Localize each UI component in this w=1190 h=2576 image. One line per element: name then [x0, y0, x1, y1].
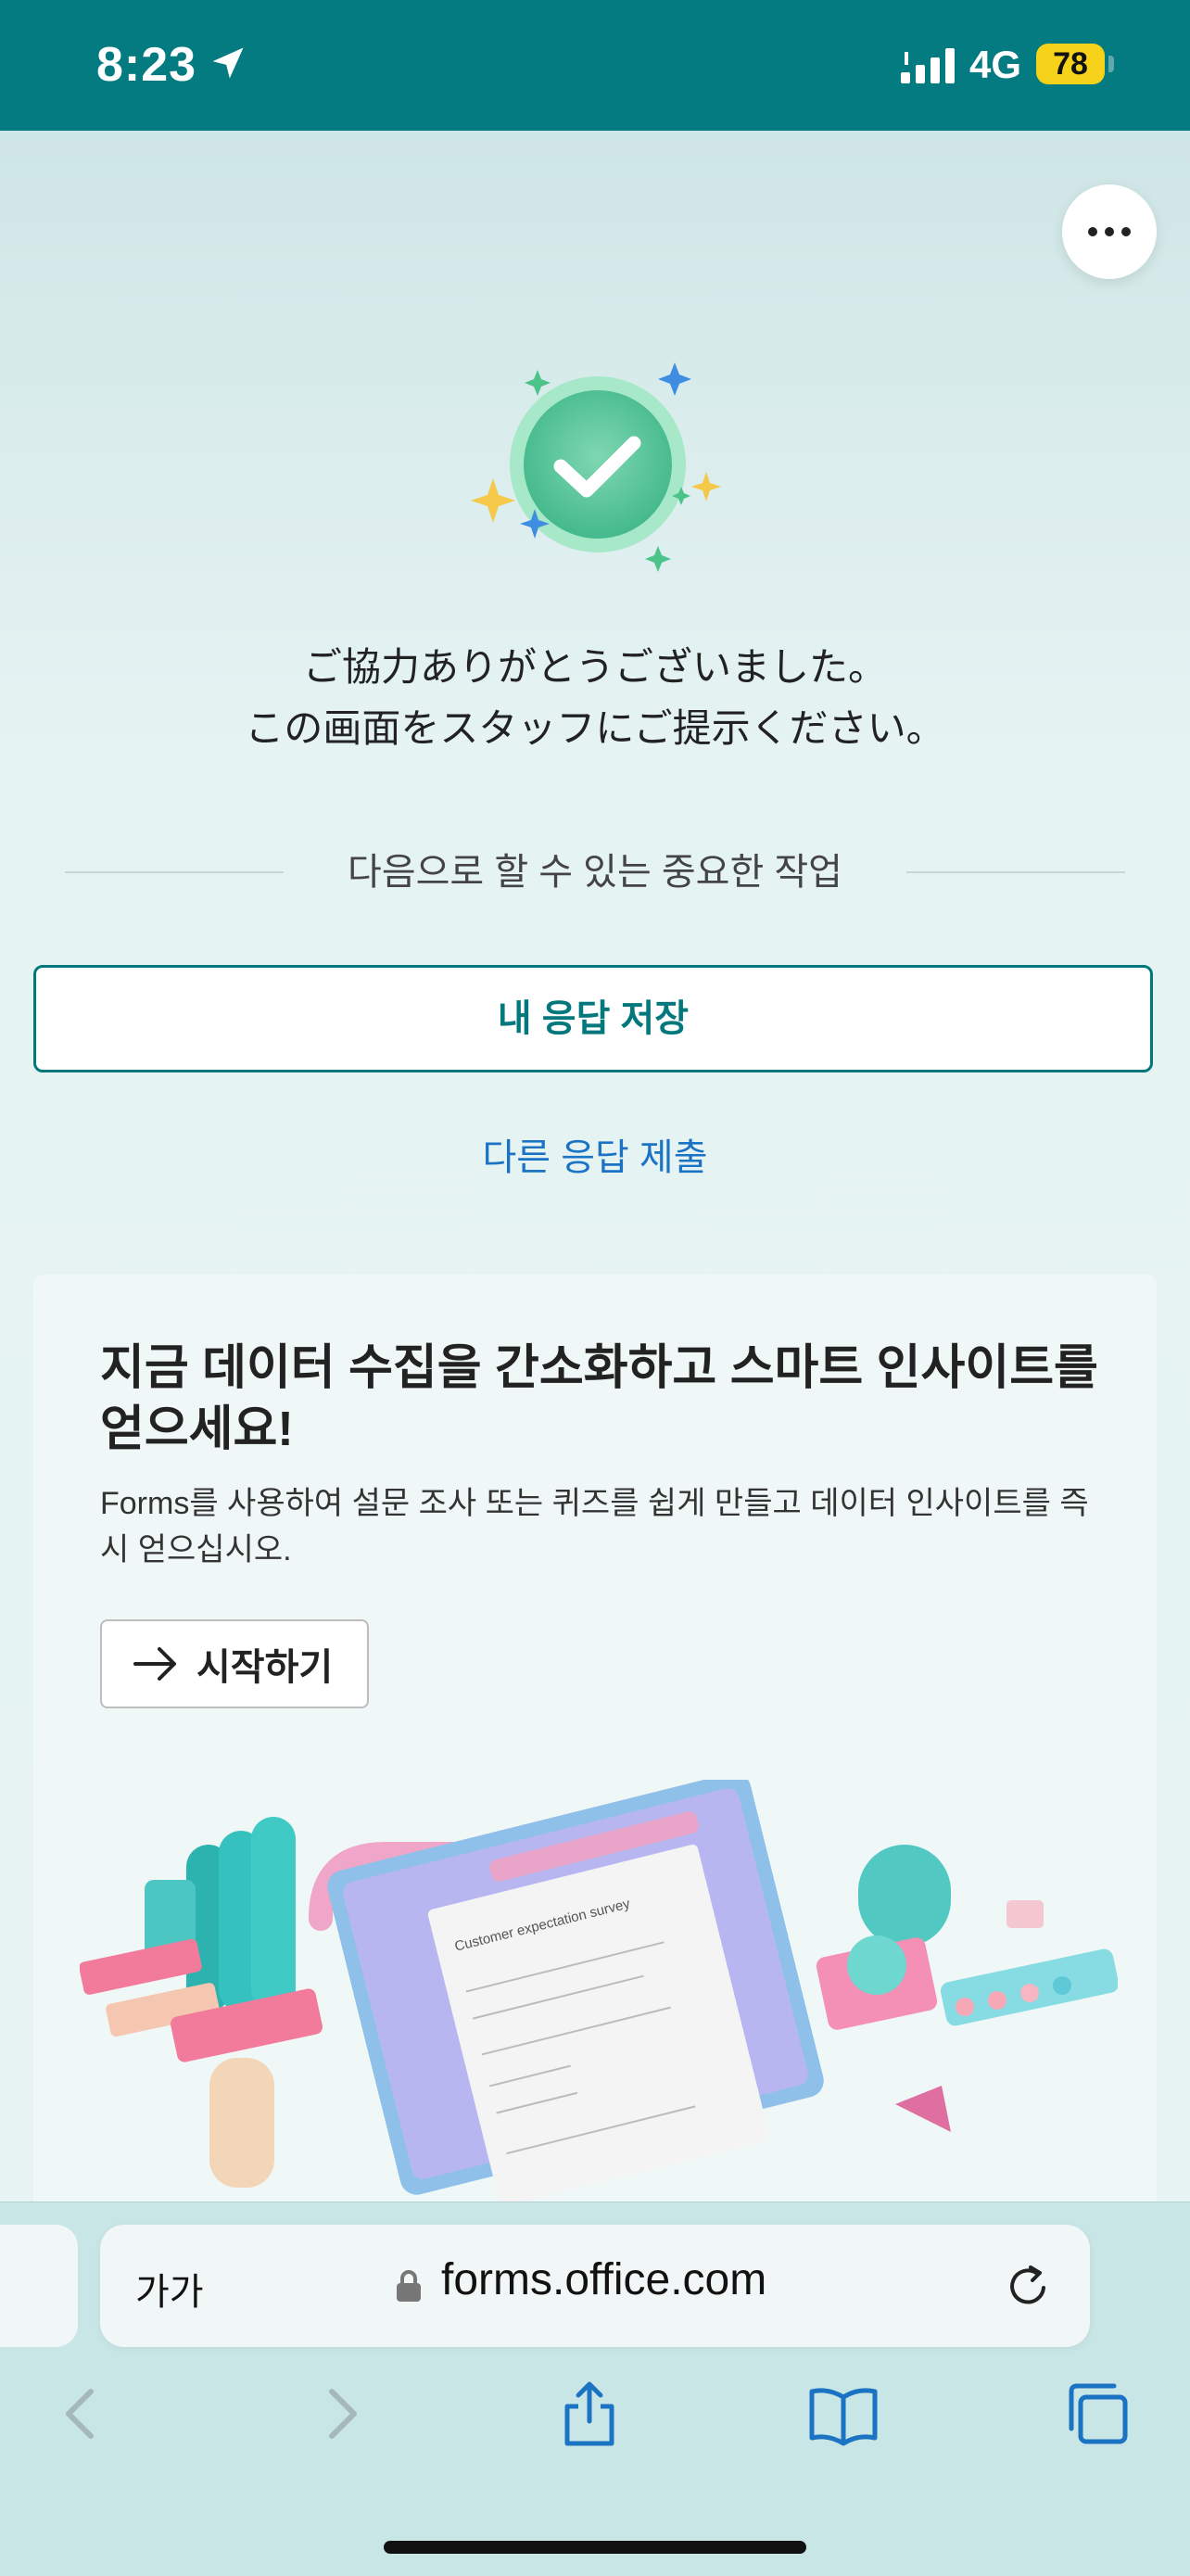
share-icon[interactable]	[552, 2377, 627, 2451]
battery-level: 78	[1036, 44, 1105, 84]
browser-toolbar: 가가 forms.office.com	[0, 2202, 1190, 2576]
more-icon-dot	[1121, 227, 1131, 236]
promo-title: 지금 데이터 수집을 간소화하고 스마트 인사이트를 얻으세요!	[100, 1341, 1098, 1456]
address-bar[interactable]: 가가 forms.office.com	[100, 2225, 1090, 2347]
more-options-button[interactable]	[1062, 184, 1157, 279]
save-response-button[interactable]: 내 응답 저장	[33, 965, 1153, 1072]
divider-line	[906, 871, 1125, 873]
back-icon[interactable]	[44, 2377, 119, 2451]
promo-description: Forms를 사용하여 설문 조사 또는 퀴즈를 쉽게 만들고 데이터 인사이트…	[100, 1486, 1089, 1567]
url-domain[interactable]: forms.office.com	[441, 2254, 766, 2305]
thank-you-line-1: ご協力ありがとうございました。	[302, 645, 887, 689]
forward-icon[interactable]	[304, 2377, 378, 2451]
forms-page: ご協力ありがとうございました。 この画面をスタッフにご提示ください。 다음으로 …	[0, 131, 1190, 2202]
forms-illustration: Customer expectation survey	[80, 1780, 1118, 2202]
thank-you-message: ご協力ありがとうございました。 この画面をスタッフにご提示ください。	[0, 637, 1190, 759]
more-icon-dot	[1105, 227, 1114, 236]
signal-icon	[901, 48, 955, 83]
reload-icon[interactable]	[1003, 2260, 1055, 2312]
status-bar: 8:23 4G 78	[0, 0, 1190, 131]
get-started-button[interactable]: 시작하기	[100, 1619, 369, 1708]
promo-card: 지금 데이터 수집을 간소화하고 스마트 인사이트를 얻으세요! Forms를 …	[33, 1275, 1157, 2202]
sparkle-icon	[691, 472, 721, 501]
sparkle-icon	[471, 478, 515, 523]
more-icon	[1088, 227, 1097, 236]
location-arrow-icon	[212, 47, 244, 79]
next-steps-divider: 다음으로 할 수 있는 중요한 작업	[65, 844, 1125, 900]
thank-you-line-2: この画面をスタッフにご提示ください。	[245, 706, 945, 750]
lock-icon	[397, 2270, 421, 2302]
sparkle-icon	[658, 362, 691, 396]
bookmarks-icon[interactable]	[806, 2377, 880, 2451]
submit-another-response-link[interactable]: 다른 응답 제출	[0, 1127, 1190, 1181]
success-check-icon	[471, 362, 721, 572]
arrow-right-icon	[133, 1647, 176, 1681]
previous-tab-preview[interactable]	[0, 2225, 78, 2347]
sparkle-icon	[645, 546, 671, 572]
home-indicator[interactable]	[384, 2541, 806, 2554]
get-started-label: 시작하기	[196, 1647, 334, 1688]
network-type: 4G	[969, 43, 1022, 86]
sparkle-icon	[525, 370, 551, 396]
text-size-button[interactable]: 가가	[135, 2262, 204, 2316]
battery-cap	[1108, 56, 1114, 72]
tabs-icon[interactable]	[1060, 2377, 1134, 2451]
status-time: 8:23	[96, 38, 197, 92]
